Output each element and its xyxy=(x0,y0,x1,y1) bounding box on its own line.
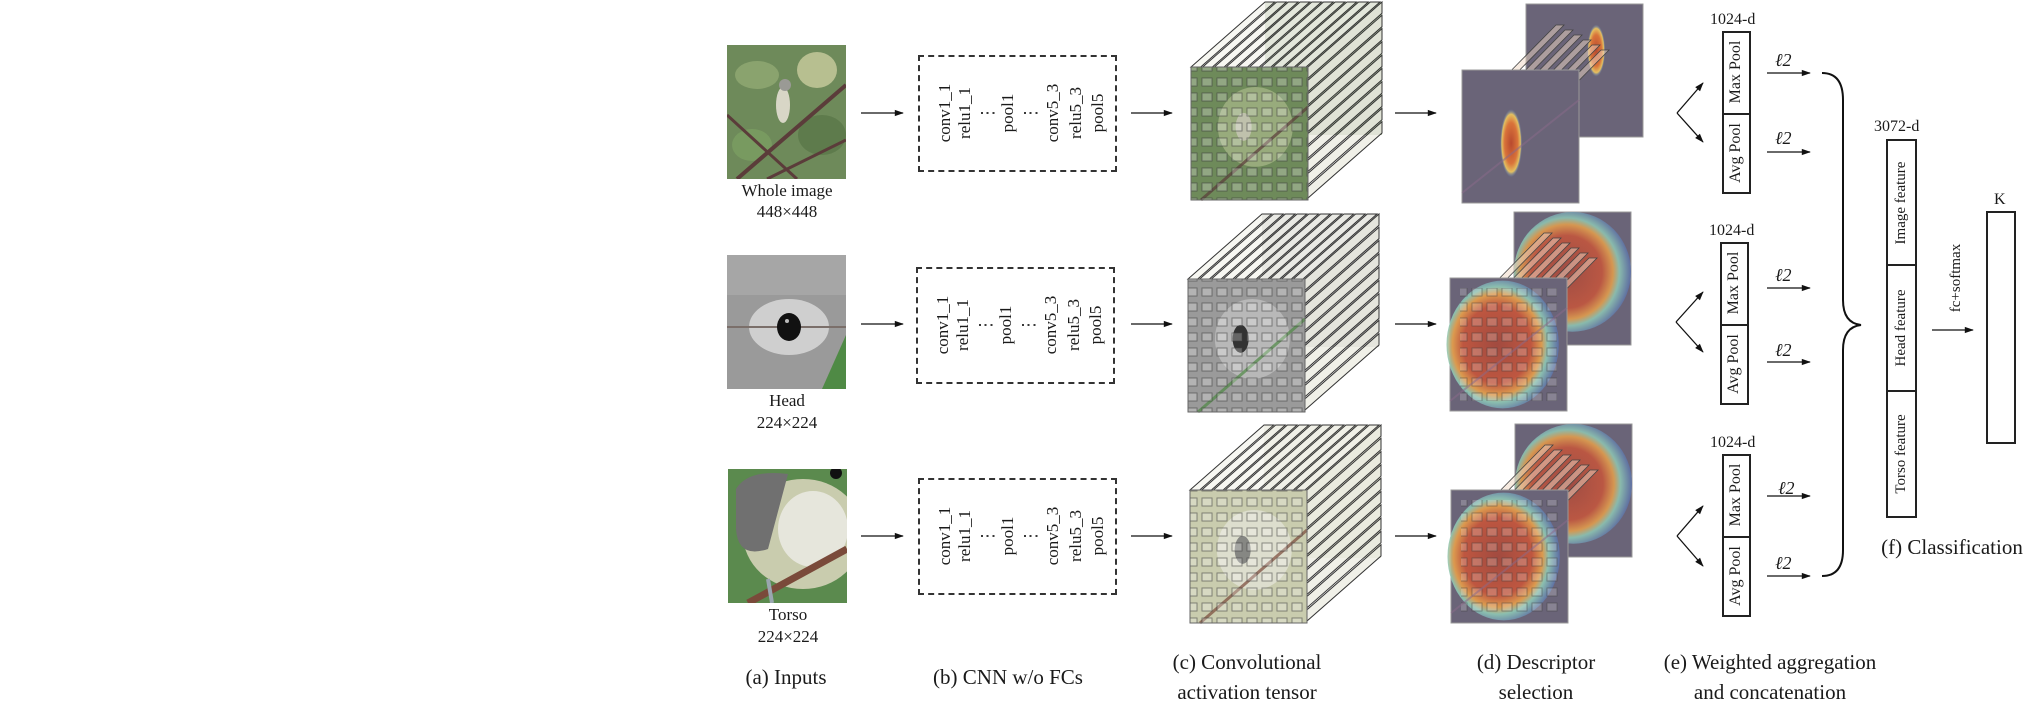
pool-dim-torso: 1024-d xyxy=(1710,434,1756,451)
heatmap-blob xyxy=(1500,109,1523,178)
caption-d-line2: selection xyxy=(1498,680,1574,704)
fc-softmax-label: fc+softmax xyxy=(1948,243,1964,313)
concat-brace xyxy=(1821,72,1862,577)
tensor-grid xyxy=(1187,278,1306,413)
concat-segment-torso: Torso feature xyxy=(1893,414,1909,494)
descriptor-selection-head xyxy=(1446,211,1632,412)
output-k-box xyxy=(1986,211,2016,444)
descriptor-grid xyxy=(1460,288,1557,401)
branch-arrow-max xyxy=(1676,82,1704,114)
avg-pool-label-head: Avg Pool xyxy=(1725,334,1742,394)
avg-pool-label-whole: Avg Pool xyxy=(1727,123,1744,183)
caption-f: (f) Classification xyxy=(1881,535,2023,559)
activation-tensor-whole xyxy=(1189,0,1383,202)
descriptor-selection-torso xyxy=(1447,423,1633,624)
concat-dim-label: 3072-d xyxy=(1874,118,1920,135)
descriptor-grid xyxy=(1461,500,1558,613)
l2-label: ℓ2 xyxy=(1775,265,1792,285)
tensor-grid xyxy=(1190,66,1309,201)
pool-dim-head: 1024-d xyxy=(1709,222,1755,239)
caption-a: (a) Inputs xyxy=(745,665,827,689)
caption-c-line2: activation tensor xyxy=(1177,680,1317,704)
caption-c-line1: (c) Convolutional xyxy=(1172,650,1322,674)
avg-pool-label-torso: Avg Pool xyxy=(1727,546,1744,606)
branch-arrow-avg xyxy=(1675,321,1704,353)
branch-arrow-max xyxy=(1675,291,1704,323)
activation-tensor-torso xyxy=(1188,423,1382,625)
tensor-grid xyxy=(1189,489,1308,624)
l2-label: ℓ2 xyxy=(1778,478,1795,498)
l2-label: ℓ2 xyxy=(1775,340,1792,360)
l2-label: ℓ2 xyxy=(1775,553,1792,573)
activation-tensor-head xyxy=(1186,212,1380,414)
branch-arrow-avg xyxy=(1676,112,1704,143)
caption-d-line1: (d) Descriptor xyxy=(1476,650,1596,674)
caption-e-line2: and concatenation xyxy=(1693,680,1847,704)
concat-segment-image: Image feature xyxy=(1893,161,1909,245)
l2-label: ℓ2 xyxy=(1775,128,1792,148)
descriptor-selection-whole xyxy=(1461,3,1644,204)
pool-dim-whole: 1024-d xyxy=(1710,11,1756,28)
output-k-label: K xyxy=(1994,191,2006,208)
branch-arrow-max xyxy=(1676,505,1704,537)
l2-label: ℓ2 xyxy=(1775,50,1792,70)
concat-segment-head: Head feature xyxy=(1893,289,1909,367)
caption-b: (b) CNN w/o FCs xyxy=(933,665,1083,689)
caption-e-line1: (e) Weighted aggregation xyxy=(1663,650,1877,674)
branch-arrow-avg xyxy=(1676,535,1704,567)
